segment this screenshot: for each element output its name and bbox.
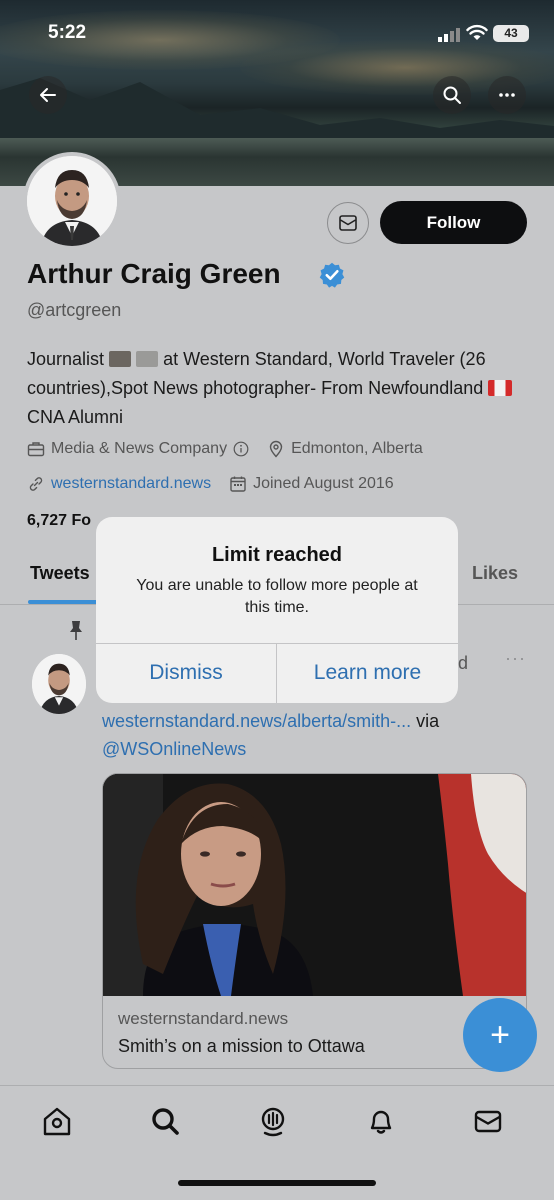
camera-emoji-icon (109, 351, 132, 367)
more-icon (499, 93, 515, 97)
search-button[interactable] (433, 76, 471, 114)
link-icon (29, 477, 43, 491)
tweet-article-link[interactable]: westernstandard.news/alberta/smith-... (102, 711, 411, 731)
tweet-more-icon[interactable]: ··· (505, 648, 526, 669)
search-icon (443, 86, 461, 104)
location-pin-icon (269, 440, 283, 458)
limit-reached-dialog: Limit reached You are unable to follow m… (96, 517, 458, 703)
verified-badge-icon (319, 262, 345, 288)
tweet-header-fragment: d (458, 653, 469, 673)
learn-more-button[interactable]: Learn more (277, 643, 458, 703)
compose-tweet-button[interactable]: + (463, 998, 537, 1072)
back-arrow-icon (40, 88, 56, 102)
more-button[interactable] (488, 76, 526, 114)
profile-location: Edmonton, Alberta (291, 440, 423, 457)
briefcase-icon (27, 442, 45, 457)
tab-tweets[interactable]: Tweets (30, 563, 90, 584)
follow-button[interactable]: Follow (380, 201, 527, 244)
tweet-via: via (416, 711, 440, 731)
message-button[interactable] (327, 202, 369, 244)
bio-text-3: CNA Alumni (27, 407, 124, 427)
profile-bio: Journalist at Western Standard, World Tr… (27, 345, 527, 432)
messages-envelope-icon[interactable] (471, 1104, 505, 1138)
battery-indicator: 43 (493, 25, 529, 42)
search-nav-icon[interactable] (148, 1104, 182, 1138)
dismiss-button[interactable]: Dismiss (96, 643, 276, 703)
meta-row-1: Media & News Company Edmonton, Alberta (27, 440, 423, 458)
dialog-title: Limit reached (211, 544, 343, 566)
canada-flag-emoji-icon (488, 380, 513, 396)
pin-icon (70, 621, 82, 640)
avatar-portrait (27, 156, 117, 246)
card-photo (103, 774, 526, 996)
tab-likes[interactable]: Likes (472, 563, 518, 584)
tweet-mention[interactable]: @WSOnlineNews (102, 739, 246, 759)
signal-icon (438, 28, 460, 42)
profile-category: Media & News Company (51, 440, 228, 457)
dialog-message: You are unable to follow more people at … (136, 577, 418, 616)
profile-name: Arthur Craig Green (27, 258, 281, 289)
newspaper-emoji-icon (136, 351, 159, 367)
home-indicator[interactable] (178, 1180, 376, 1186)
status-bar: 5:22 43 (0, 22, 554, 52)
profile-handle: @artcgreen (27, 300, 122, 320)
bottom-nav-divider (0, 1085, 554, 1086)
notifications-bell-icon[interactable] (364, 1104, 398, 1138)
calendar-icon (230, 476, 246, 492)
profile-joined-date: Joined August 2016 (253, 475, 394, 492)
home-icon[interactable] (40, 1104, 74, 1138)
bio-text-1: Journalist (27, 349, 105, 369)
avatar-portrait (32, 654, 86, 714)
card-title: Smith’s on a mission to Ottawa (118, 1036, 365, 1056)
spaces-icon[interactable] (256, 1104, 290, 1138)
profile-website-link[interactable]: westernstandard.news (51, 475, 211, 493)
card-domain: westernstandard.news (118, 1009, 289, 1028)
status-time: 5:22 (48, 22, 87, 43)
tweet-author-avatar[interactable] (32, 654, 86, 714)
profile-avatar[interactable] (23, 152, 121, 250)
wifi-icon (466, 24, 488, 40)
followers-count[interactable]: 6,727 Fo (27, 512, 91, 530)
meta-row-2: westernstandard.news Joined August 2016 (27, 475, 394, 493)
back-button[interactable] (29, 76, 67, 114)
bottom-navigation (0, 1098, 554, 1148)
info-icon[interactable] (233, 441, 249, 457)
envelope-icon (339, 215, 357, 231)
tweet-text: westernstandard.news/alberta/smith-... v… (102, 707, 532, 763)
